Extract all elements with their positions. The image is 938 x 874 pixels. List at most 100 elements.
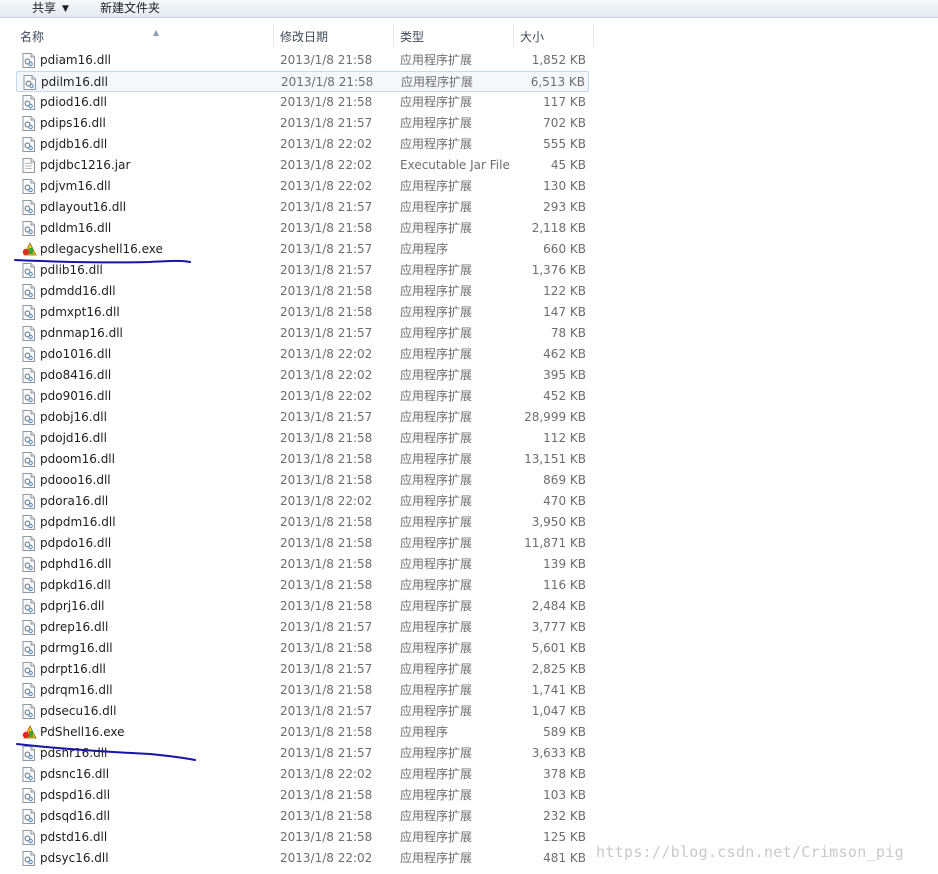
file-size: 1,376 KB	[531, 263, 586, 277]
file-date: 2013/1/8 21:58	[280, 809, 373, 823]
file-size: 2,484 KB	[531, 599, 586, 613]
file-date: 2013/1/8 21:58	[280, 599, 373, 613]
file-date: 2013/1/8 21:58	[280, 53, 373, 67]
file-row[interactable]: pdjdb16.dll 2013/1/8 22:02 应用程序扩展 555 KB	[16, 134, 589, 155]
file-name: pdo1016.dll	[40, 347, 112, 361]
column-header-type[interactable]: 类型	[393, 24, 513, 46]
file-row[interactable]: pdlayout16.dll 2013/1/8 21:57 应用程序扩展 293 KB	[16, 197, 589, 218]
dll-file-icon	[22, 473, 35, 488]
file-name: PdShell16.exe	[40, 725, 125, 739]
file-name: pdmdd16.dll	[40, 284, 116, 298]
column-header-name[interactable]: 名称 ▲	[14, 24, 273, 46]
dll-file-icon	[22, 305, 35, 320]
file-date: 2013/1/8 21:58	[280, 515, 373, 529]
file-name: pdoom16.dll	[40, 452, 115, 466]
file-size: 122 KB	[543, 284, 586, 298]
file-size: 116 KB	[543, 578, 586, 592]
file-row[interactable]: pdprj16.dll 2013/1/8 21:58 应用程序扩展 2,484 KB	[16, 596, 589, 617]
dll-file-icon	[22, 515, 35, 530]
file-row[interactable]: pdpdo16.dll 2013/1/8 21:58 应用程序扩展 11,871 KB	[16, 533, 589, 554]
file-type: 应用程序扩展	[400, 473, 473, 487]
file-type: 应用程序扩展	[400, 368, 473, 382]
command-bar: 共享 ▼ 新建文件夹	[0, 0, 938, 18]
dll-file-icon	[22, 347, 35, 362]
file-size: 232 KB	[543, 809, 586, 823]
file-row[interactable]: pdldm16.dll 2013/1/8 21:58 应用程序扩展 2,118 KB	[16, 218, 589, 239]
file-size: 1,047 KB	[531, 704, 586, 718]
file-date: 2013/1/8 22:02	[280, 851, 373, 865]
share-button[interactable]: 共享 ▼	[32, 0, 69, 17]
file-type: 应用程序扩展	[400, 494, 473, 508]
file-row[interactable]: pdnmap16.dll 2013/1/8 21:57 应用程序扩展 78 KB	[16, 323, 589, 344]
file-row[interactable]: pdiam16.dll 2013/1/8 21:58 应用程序扩展 1,852 KB	[16, 50, 589, 71]
file-date: 2013/1/8 22:02	[280, 368, 373, 382]
file-row[interactable]: pdips16.dll 2013/1/8 21:57 应用程序扩展 702 KB	[16, 113, 589, 134]
file-row[interactable]: pdilm16.dll 2013/1/8 21:58 应用程序扩展 6,513 KB	[16, 71, 589, 92]
file-row[interactable]: pdphd16.dll 2013/1/8 21:58 应用程序扩展 139 KB	[16, 554, 589, 575]
file-row[interactable]: pdrep16.dll 2013/1/8 21:57 应用程序扩展 3,777 KB	[16, 617, 589, 638]
file-size: 2,118 KB	[531, 221, 586, 235]
file-row[interactable]: pdspd16.dll 2013/1/8 21:58 应用程序扩展 103 KB	[16, 785, 589, 806]
file-row[interactable]: pdmdd16.dll 2013/1/8 21:58 应用程序扩展 122 KB	[16, 281, 589, 302]
file-row[interactable]: pdsnc16.dll 2013/1/8 22:02 应用程序扩展 378 KB	[16, 764, 589, 785]
dll-file-icon	[22, 788, 35, 803]
file-date: 2013/1/8 21:57	[280, 746, 373, 760]
file-row[interactable]: pdo1016.dll 2013/1/8 22:02 应用程序扩展 462 KB	[16, 344, 589, 365]
dll-file-icon	[22, 368, 35, 383]
file-size: 395 KB	[543, 368, 586, 382]
file-row[interactable]: pdmxpt16.dll 2013/1/8 21:58 应用程序扩展 147 KB	[16, 302, 589, 323]
file-size: 555 KB	[543, 137, 586, 151]
dll-file-icon	[22, 536, 35, 551]
file-row[interactable]: pdo8416.dll 2013/1/8 22:02 应用程序扩展 395 KB	[16, 365, 589, 386]
file-row[interactable]: pdlib16.dll 2013/1/8 21:57 应用程序扩展 1,376 KB	[16, 260, 589, 281]
file-date: 2013/1/8 21:57	[280, 263, 373, 277]
file-name: pdpdo16.dll	[40, 536, 112, 550]
new-folder-button[interactable]: 新建文件夹	[100, 0, 160, 17]
dll-file-icon	[22, 746, 35, 761]
file-type: 应用程序扩展	[400, 347, 473, 361]
file-size: 103 KB	[543, 788, 586, 802]
file-name: pdlegacyshell16.exe	[40, 242, 163, 256]
file-type: 应用程序扩展	[400, 326, 473, 340]
file-row[interactable]: pdsecu16.dll 2013/1/8 21:57 应用程序扩展 1,047 KB	[16, 701, 589, 722]
file-row[interactable]: PdShell16.exe 2013/1/8 21:58 应用程序 589 KB	[16, 722, 589, 743]
file-date: 2013/1/8 21:57	[280, 326, 373, 340]
column-header-date[interactable]: 修改日期	[273, 24, 393, 46]
file-row[interactable]: pdpkd16.dll 2013/1/8 21:58 应用程序扩展 116 KB	[16, 575, 589, 596]
column-header-size[interactable]: 大小	[513, 24, 594, 46]
file-name: pdrmg16.dll	[40, 641, 113, 655]
file-row[interactable]: pdpdm16.dll 2013/1/8 21:58 应用程序扩展 3,950 KB	[16, 512, 589, 533]
file-row[interactable]: pdo9016.dll 2013/1/8 22:02 应用程序扩展 452 KB	[16, 386, 589, 407]
file-row[interactable]: pdora16.dll 2013/1/8 22:02 应用程序扩展 470 KB	[16, 491, 589, 512]
dll-file-icon	[22, 137, 35, 152]
dll-file-icon	[22, 221, 35, 236]
file-row[interactable]: pdjdbc1216.jar 2013/1/8 22:02 Executable J…	[16, 155, 589, 176]
file-size: 78 KB	[550, 326, 586, 340]
file-row[interactable]: pdiod16.dll 2013/1/8 21:58 应用程序扩展 117 KB	[16, 92, 589, 113]
file-row[interactable]: pdrqm16.dll 2013/1/8 21:58 应用程序扩展 1,741 KB	[16, 680, 589, 701]
file-row[interactable]: pdsyc16.dll 2013/1/8 22:02 应用程序扩展 481 KB	[16, 848, 589, 869]
file-type: 应用程序扩展	[400, 620, 473, 634]
file-row[interactable]: pdjvm16.dll 2013/1/8 22:02 应用程序扩展 130 KB	[16, 176, 589, 197]
file-row[interactable]: pdojd16.dll 2013/1/8 21:58 应用程序扩展 112 KB	[16, 428, 589, 449]
file-type: 应用程序扩展	[400, 599, 473, 613]
file-row[interactable]: pdoom16.dll 2013/1/8 21:58 应用程序扩展 13,151 KB	[16, 449, 589, 470]
file-row[interactable]: pdstd16.dll 2013/1/8 21:58 应用程序扩展 125 KB	[16, 827, 589, 848]
file-row[interactable]: pdrmg16.dll 2013/1/8 21:58 应用程序扩展 5,601 KB	[16, 638, 589, 659]
file-type: 应用程序扩展	[400, 305, 473, 319]
file-row[interactable]: pdobj16.dll 2013/1/8 21:57 应用程序扩展 28,999 KB	[16, 407, 589, 428]
file-size: 147 KB	[543, 305, 586, 319]
share-label: 共享	[32, 1, 57, 15]
file-row[interactable]: pdooo16.dll 2013/1/8 21:58 应用程序扩展 869 KB	[16, 470, 589, 491]
file-type: 应用程序	[400, 725, 449, 739]
file-size: 3,777 KB	[531, 620, 586, 634]
file-name: pdobj16.dll	[40, 410, 107, 424]
file-name: pdo9016.dll	[40, 389, 112, 403]
file-row[interactable]: pdlegacyshell16.exe 2013/1/8 21:57 应用程序 660…	[16, 239, 589, 260]
file-row[interactable]: pdshr16.dll 2013/1/8 21:57 应用程序扩展 3,633 KB	[16, 743, 589, 764]
file-row[interactable]: pdrpt16.dll 2013/1/8 21:57 应用程序扩展 2,825 KB	[16, 659, 589, 680]
file-type: 应用程序扩展	[400, 410, 473, 424]
file-name: pdiam16.dll	[40, 53, 111, 67]
file-row[interactable]: pdsqd16.dll 2013/1/8 21:58 应用程序扩展 232 KB	[16, 806, 589, 827]
dll-file-icon	[22, 809, 35, 824]
